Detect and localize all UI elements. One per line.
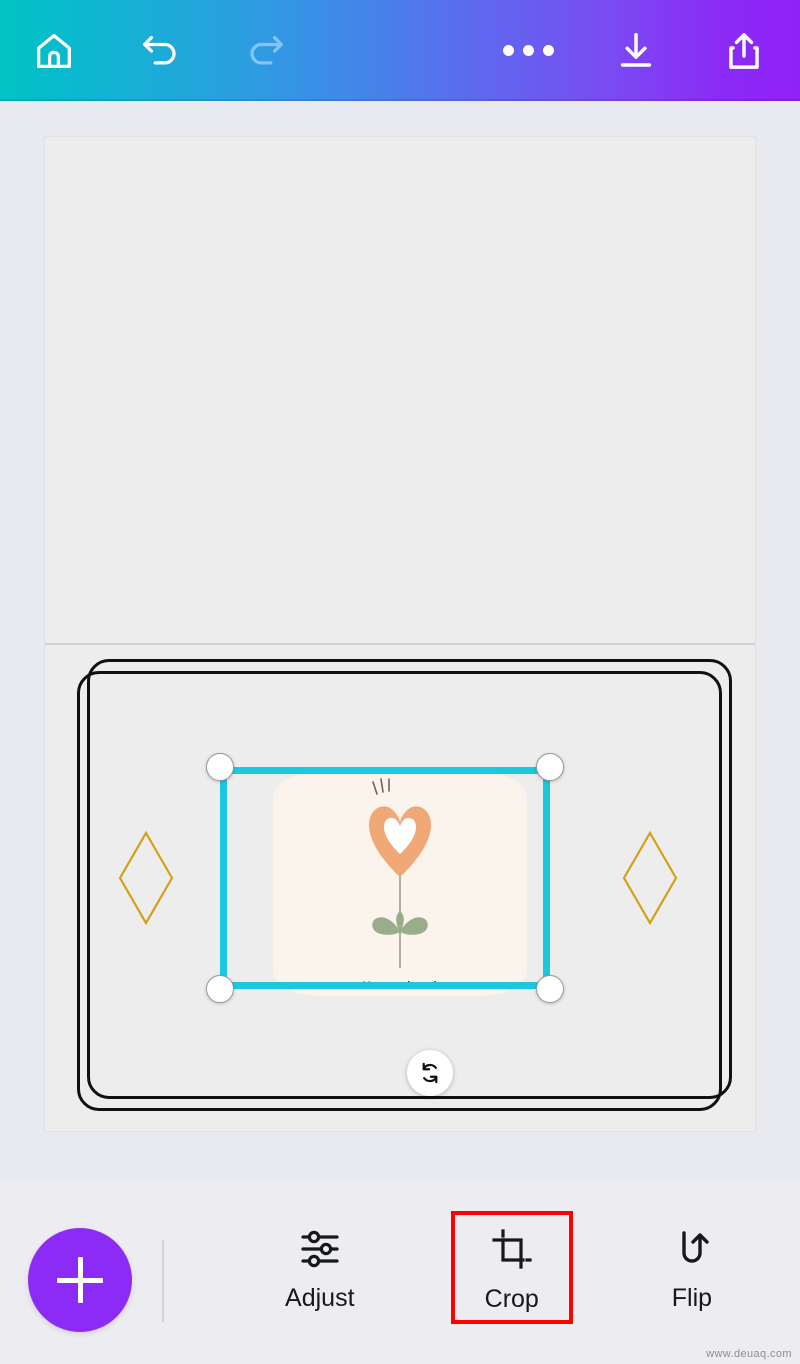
more-icon[interactable] [500, 23, 556, 79]
crop-edge-left[interactable] [220, 767, 227, 989]
redo-icon[interactable] [238, 23, 294, 79]
tool-flip[interactable]: Flip [643, 1212, 741, 1323]
crop-icon [489, 1227, 535, 1273]
toolbar-right-group [500, 23, 800, 79]
tool-label-flip: Flip [671, 1283, 713, 1312]
crop-selection-overlay[interactable] [206, 753, 564, 1003]
share-icon[interactable] [716, 23, 772, 79]
canvas-scroll-area[interactable]: You are loved [0, 101, 800, 1182]
bottom-toolbar: Adjust Crop Flip www.deuaq.com [0, 1182, 800, 1364]
tool-label-crop: Crop [484, 1284, 539, 1313]
crop-edge-bottom[interactable] [220, 982, 550, 989]
flip-icon [669, 1226, 715, 1272]
toolbar-left-group [0, 23, 294, 79]
tool-crop[interactable]: Crop [450, 1210, 573, 1324]
diamond-left-decoration[interactable] [117, 830, 175, 926]
crop-handle-top-left[interactable] [206, 753, 234, 781]
page-2[interactable]: You are loved [45, 645, 755, 1131]
crop-handle-bottom-left[interactable] [206, 975, 234, 1003]
add-button[interactable] [28, 1228, 132, 1332]
home-icon[interactable] [26, 23, 82, 79]
sliders-icon [297, 1226, 343, 1272]
rotate-handle[interactable] [407, 1050, 453, 1096]
page-stack: You are loved [45, 137, 755, 1131]
crop-edge-right[interactable] [543, 767, 550, 989]
tool-list: Adjust Crop Flip [200, 1182, 800, 1364]
undo-icon[interactable] [132, 23, 188, 79]
crop-handle-bottom-right[interactable] [536, 975, 564, 1003]
crop-handle-top-right[interactable] [536, 753, 564, 781]
rotate-icon [422, 1062, 438, 1084]
crop-edge-top[interactable] [220, 767, 550, 774]
watermark: www.deuaq.com [706, 1348, 792, 1360]
page-1[interactable] [45, 137, 755, 643]
diamond-right-decoration[interactable] [621, 830, 679, 926]
tool-adjust[interactable]: Adjust [259, 1212, 380, 1323]
download-icon[interactable] [608, 23, 664, 79]
editor-screen: You are loved [0, 0, 800, 1364]
tool-label-adjust: Adjust [285, 1283, 355, 1312]
toolbar-divider [162, 1240, 164, 1322]
top-toolbar [0, 0, 800, 101]
